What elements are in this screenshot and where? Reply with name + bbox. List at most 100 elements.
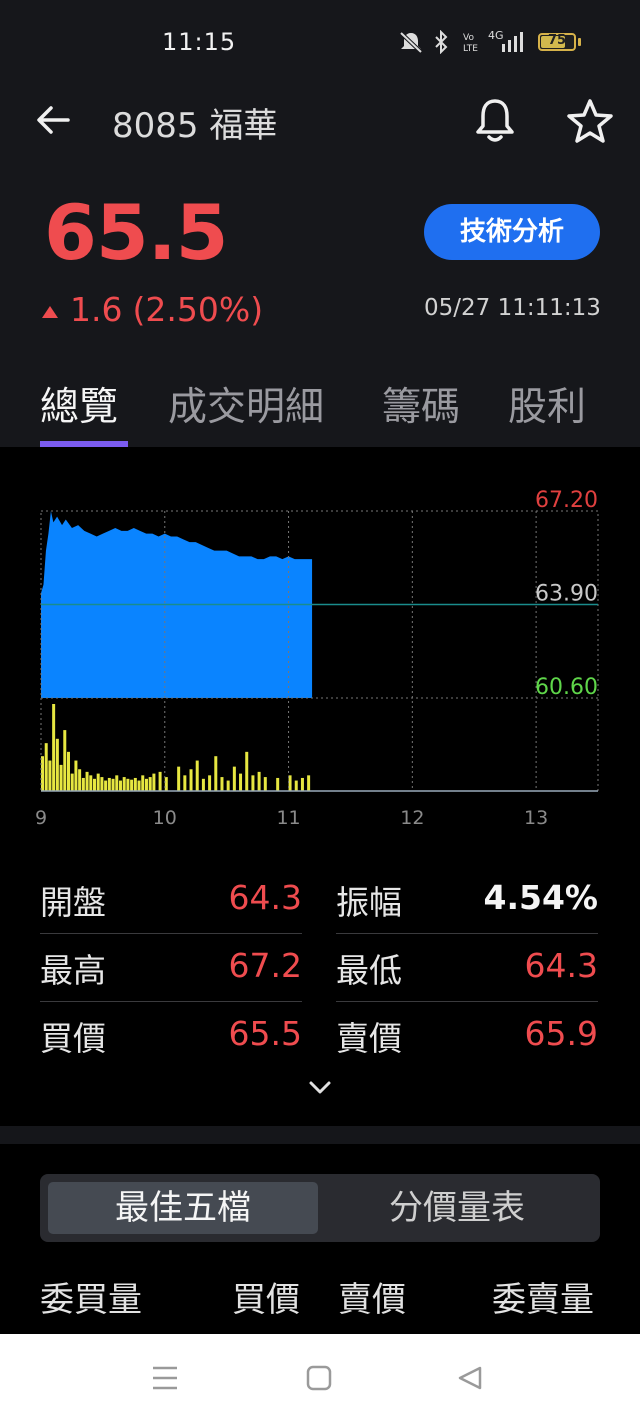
volume-bar — [144, 778, 148, 791]
x-tick-label: 10 — [153, 807, 177, 829]
volume-bar — [158, 771, 162, 791]
volume-bar — [148, 777, 152, 791]
volume-bar — [152, 773, 156, 791]
status-time: 11:15 — [162, 28, 237, 56]
stat-amplitude: 振幅 4.54% — [336, 868, 598, 934]
volume-bar — [133, 777, 137, 791]
stat-bid: 買價 65.5 — [40, 1004, 302, 1070]
home-icon[interactable] — [305, 1364, 333, 1392]
status-bar: 11:15 Vo LTE 4G 75 — [0, 0, 640, 82]
ask-qty-header: 委賣量 — [492, 1280, 594, 1320]
tab-chips[interactable]: 籌碼 — [382, 376, 460, 432]
tab-overview[interactable]: 總覽 — [40, 376, 118, 432]
svg-text:LTE: LTE — [463, 44, 478, 53]
technical-analysis-button[interactable]: 技術分析 — [424, 204, 600, 260]
volume-bar — [55, 738, 59, 791]
volume-bar — [111, 778, 115, 791]
volume-bar — [183, 775, 187, 791]
volume-bar — [100, 777, 104, 791]
stat-low: 最低 64.3 — [336, 936, 598, 1002]
x-tick-label: 12 — [400, 807, 424, 829]
volume-bar — [208, 775, 212, 791]
price-change: 1.6 (2.50%) — [42, 290, 263, 329]
y-tick-label: 67.20 — [535, 488, 598, 513]
svg-text:Vo: Vo — [463, 33, 474, 43]
high-value: 67.2 — [228, 946, 302, 985]
volume-bar — [48, 760, 52, 791]
tab-trade-details[interactable]: 成交明細 — [168, 376, 324, 432]
volume-bar — [226, 780, 230, 791]
volume-bar — [239, 773, 243, 791]
x-tick-label: 13 — [524, 807, 548, 829]
signal-icon: 4G — [488, 29, 523, 52]
ask-price-header: 賣價 — [338, 1280, 406, 1320]
amplitude-value: 4.54% — [483, 878, 599, 917]
battery-level: 75 — [547, 33, 567, 48]
recent-apps-icon[interactable] — [150, 1364, 180, 1392]
up-triangle-icon — [42, 305, 58, 318]
x-tick-label: 9 — [35, 807, 47, 829]
stat-ask: 賣價 65.9 — [336, 1004, 598, 1070]
volume-bar — [263, 777, 267, 791]
stat-divider — [336, 933, 598, 934]
price-volume-tab[interactable]: 分價量表 — [322, 1182, 592, 1234]
volume-bar — [81, 777, 85, 791]
volume-bar — [70, 773, 74, 791]
tab-dividend[interactable]: 股利 — [508, 376, 586, 432]
back-arrow-icon[interactable] — [34, 100, 74, 140]
tab-bar: 總覽 成交明細 籌碼 股利 — [0, 370, 640, 447]
battery-tip — [578, 38, 581, 46]
amplitude-label: 振幅 — [336, 883, 402, 922]
best-five-tab[interactable]: 最佳五檔 — [48, 1182, 318, 1234]
bell-icon[interactable] — [472, 96, 518, 144]
section-divider — [0, 1126, 640, 1144]
battery-icon: 75 — [538, 33, 576, 51]
volume-bar — [141, 775, 145, 791]
volume-bar — [92, 778, 96, 791]
low-label: 最低 — [336, 951, 402, 990]
y-tick-label: 60.60 — [535, 675, 598, 700]
volume-bar — [307, 775, 311, 791]
quote-datetime: 05/27 11:11:13 — [424, 295, 601, 321]
volume-bar — [189, 769, 193, 791]
stock-name: 福華 — [209, 106, 278, 146]
active-tab-indicator — [40, 441, 128, 447]
change-percent: (2.50%) — [132, 290, 264, 329]
volume-bar — [118, 780, 122, 791]
volume-bar — [122, 777, 126, 791]
back-nav-icon[interactable] — [456, 1364, 484, 1392]
volume-bar — [137, 780, 141, 791]
volume-bar — [115, 775, 119, 791]
volume-bar — [89, 775, 93, 791]
stat-divider — [40, 1001, 302, 1002]
chart-canvas: 67.20 63.90 60.60 9 10 11 12 13 — [35, 488, 599, 829]
high-label: 最高 — [40, 951, 106, 990]
volume-bar — [66, 751, 70, 791]
volume-bar — [300, 777, 304, 791]
stat-divider — [336, 1001, 598, 1002]
bid-qty-header: 委買量 — [40, 1280, 142, 1320]
stat-open: 開盤 64.3 — [40, 868, 302, 934]
volume-bar — [74, 760, 78, 791]
bid-value: 65.5 — [228, 1014, 302, 1053]
volume-bar — [44, 743, 48, 791]
volume-bar — [126, 778, 130, 791]
volume-bar — [78, 769, 82, 791]
chevron-down-icon[interactable] — [306, 1076, 334, 1100]
star-icon[interactable] — [566, 98, 614, 144]
svg-text:4G: 4G — [488, 29, 504, 42]
system-nav-bar — [0, 1334, 640, 1422]
ask-value: 65.9 — [524, 1014, 598, 1053]
volume-bar — [52, 704, 56, 791]
ask-label: 賣價 — [336, 1019, 402, 1058]
volte-icon: Vo LTE — [463, 33, 478, 53]
volume-bar — [214, 756, 218, 791]
bid-label: 買價 — [40, 1019, 106, 1058]
current-price: 65.5 — [44, 188, 229, 277]
stock-code: 8085 — [112, 106, 199, 146]
y-tick-label: 63.90 — [535, 582, 598, 607]
mute-bell-icon — [399, 31, 423, 54]
stat-high: 最高 67.2 — [40, 936, 302, 1002]
bluetooth-icon — [435, 30, 448, 54]
volume-bar — [276, 777, 280, 791]
